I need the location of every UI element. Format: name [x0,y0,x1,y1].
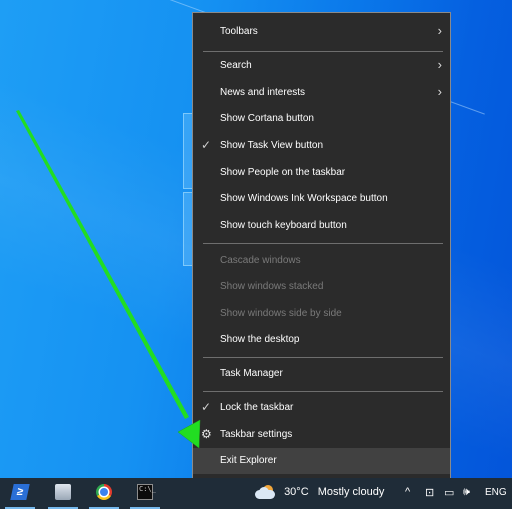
menu-item-show-windows-ink[interactable]: Show Windows Ink Workspace button [193,186,450,212]
taskbar-app-command-prompt[interactable]: C:\_ [127,478,163,509]
menu-item-lock-the-taskbar[interactable]: ✓ Lock the taskbar [193,395,450,421]
powershell-icon: ≥ [10,484,30,500]
partly-cloudy-icon [255,485,275,499]
menu-item-label: Lock the taskbar [220,402,294,413]
menu-item-label: Taskbar settings [220,429,293,440]
menu-item-show-windows-side-by-side: Show windows side by side [193,301,450,327]
menu-item-toolbars[interactable]: Toolbars › [193,19,450,45]
taskbar-app-resource-monitor[interactable] [45,478,81,509]
menu-item-task-manager[interactable]: Task Manager [193,361,450,387]
menu-item-show-task-view-button[interactable]: ✓ Show Task View button [193,133,450,159]
menu-separator [203,51,443,52]
show-hidden-icons-chevron[interactable]: ^ [405,486,410,498]
menu-item-label: Show Task View button [220,140,324,151]
network-icon[interactable]: ▭ [444,486,454,499]
menu-item-label: Exit Explorer [220,455,277,466]
menu-item-label: Cascade windows [220,255,301,266]
chrome-icon [96,484,112,500]
menu-item-label: Show People on the taskbar [220,167,346,178]
taskbar-app-powershell[interactable]: ≥ [2,478,38,509]
menu-item-show-windows-stacked: Show windows stacked [193,274,450,300]
chevron-right-icon: › [437,23,442,38]
taskbar-context-menu: Toolbars › Search › News and interests ›… [192,12,451,481]
menu-item-show-the-desktop[interactable]: Show the desktop [193,327,450,353]
volume-icon[interactable]: 🕪 [463,486,470,499]
menu-item-exit-explorer[interactable]: Exit Explorer [193,448,450,474]
menu-item-label: Show Windows Ink Workspace button [220,193,388,204]
taskbar: ≥ C:\_ 30°C Mostly cloudy ^ ⊡ ▭ 🕪 ENG [0,478,512,509]
resource-monitor-icon [55,484,71,500]
chevron-right-icon: › [437,84,442,99]
meet-now-icon[interactable]: ⊡ [425,486,434,499]
menu-item-show-touch-keyboard[interactable]: Show touch keyboard button [193,213,450,239]
menu-separator [203,391,443,392]
input-language-indicator[interactable]: ENG [485,487,507,498]
menu-item-label: Show windows stacked [220,281,324,292]
chevron-right-icon: › [437,57,442,72]
checkmark-icon: ✓ [201,138,212,152]
menu-item-label: Show the desktop [220,334,300,345]
gear-icon: ⚙ [201,427,212,441]
command-prompt-icon: C:\_ [137,484,156,500]
menu-item-show-cortana-button[interactable]: Show Cortana button [193,106,450,132]
weather-condition: Mostly cloudy [317,485,385,498]
menu-item-label: Show touch keyboard button [220,220,347,231]
menu-separator [203,243,443,244]
menu-item-label: Task Manager [220,368,283,379]
menu-item-news-and-interests[interactable]: News and interests › [193,80,450,106]
menu-item-cascade-windows: Cascade windows [193,248,450,274]
menu-item-label: Show Cortana button [220,113,314,124]
taskbar-app-chrome[interactable] [86,478,122,509]
menu-item-show-people[interactable]: Show People on the taskbar [193,160,450,186]
menu-item-label: Show windows side by side [220,308,342,319]
menu-item-search[interactable]: Search › [193,53,450,79]
menu-item-label: Search [220,60,252,71]
weather-temperature: 30°C [284,485,309,498]
menu-separator [203,357,443,358]
news-and-interests-widget[interactable]: 30°C Mostly cloudy [255,485,384,503]
menu-item-label: Toolbars [220,26,258,37]
menu-item-taskbar-settings[interactable]: ⚙ Taskbar settings [193,422,450,448]
menu-item-label: News and interests [220,87,306,98]
checkmark-icon: ✓ [201,400,212,414]
